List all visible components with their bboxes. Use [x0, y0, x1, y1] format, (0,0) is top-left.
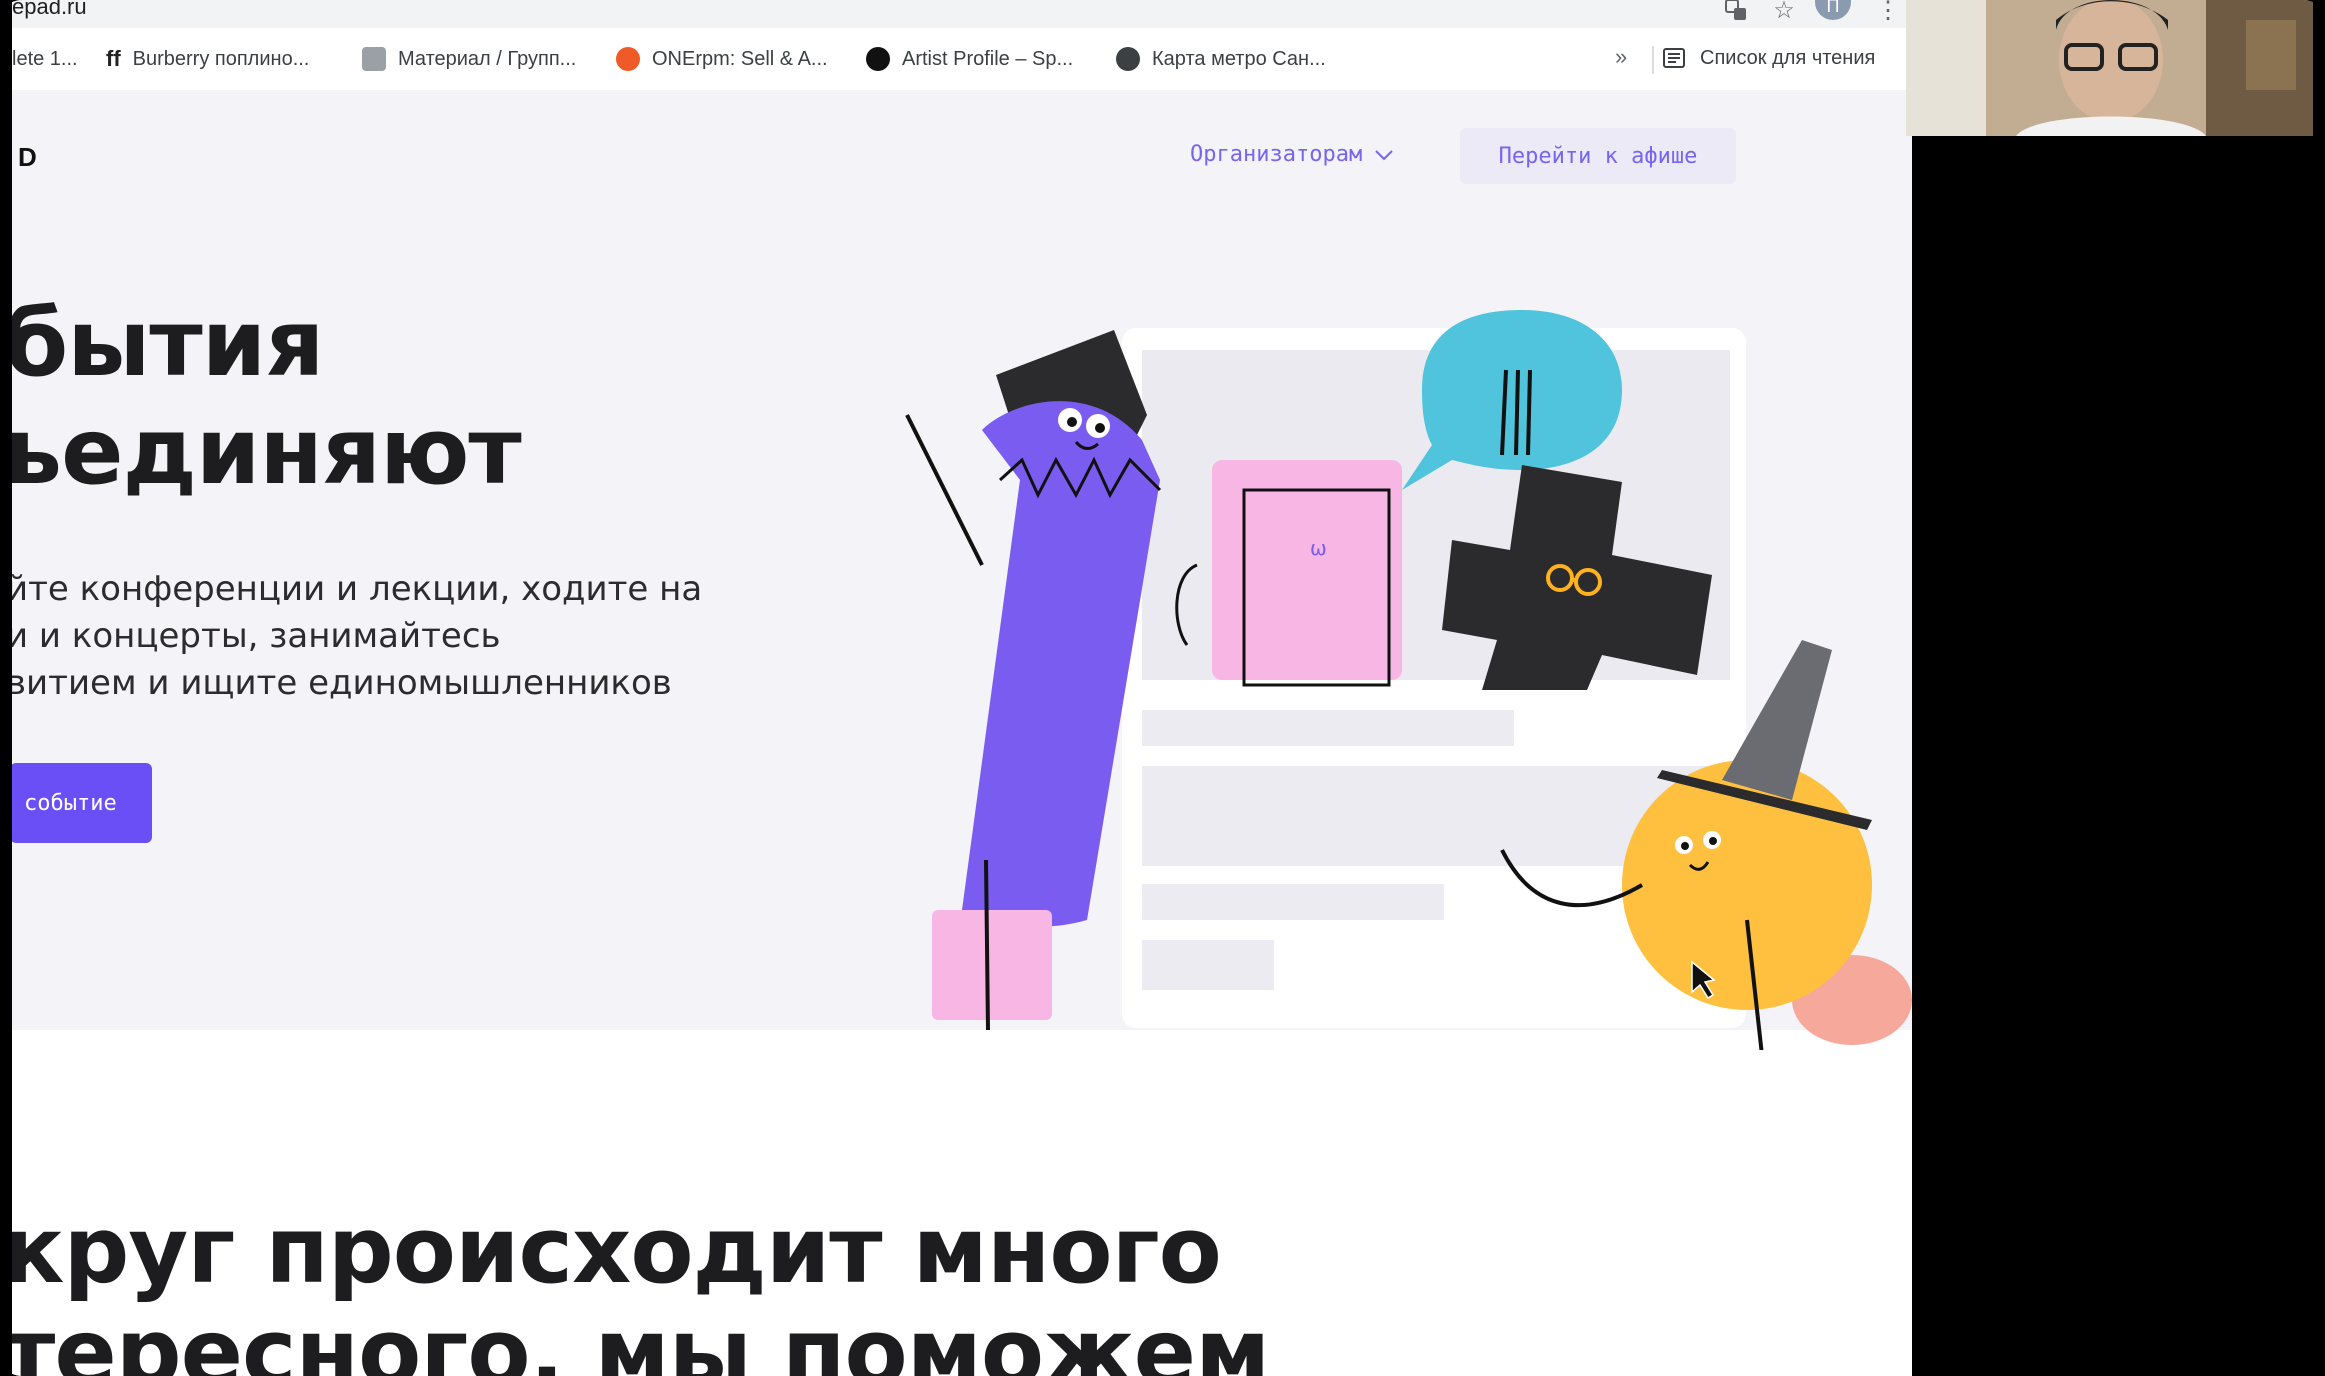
reading-list-button[interactable]: Список для чтения: [1662, 46, 1875, 70]
spotify-icon: [866, 47, 890, 71]
site-logo[interactable]: D: [18, 142, 37, 173]
webcam-person: [1906, 0, 2313, 136]
hero-title-line: бытия: [12, 290, 324, 397]
star-icon[interactable]: ☆: [1768, 0, 1800, 26]
document-icon: [362, 47, 386, 71]
web-page: D Организаторам Перейти к афише бытия ье…: [12, 90, 1912, 1376]
organizers-label: Организаторам: [1190, 142, 1363, 167]
onerpm-icon: [616, 47, 640, 71]
bookmark-label: Материал / Групп...: [398, 47, 577, 70]
bookmarks-more-button[interactable]: »: [1615, 44, 1627, 70]
menu-dots-icon[interactable]: ⋮: [1872, 0, 1904, 26]
profile-avatar[interactable]: П: [1815, 0, 1851, 20]
reading-list-icon: [1663, 48, 1685, 68]
go-to-poster-button[interactable]: Перейти к афише: [1460, 128, 1736, 184]
section-title-line: круг происходит много: [12, 1197, 1222, 1304]
hero-lead-line: и и концерты, занимайтесь: [12, 616, 501, 656]
hero-title-line: ьединяют: [12, 398, 522, 505]
bookmark-label: lete 1...: [12, 47, 78, 70]
bookmark-label: ONErpm: Sell & A...: [652, 47, 828, 70]
reading-list-label: Список для чтения: [1700, 46, 1876, 69]
section-title: круг происходит много тересного, мы помо…: [12, 1197, 1270, 1376]
organizers-dropdown[interactable]: Организаторам: [1190, 142, 1394, 167]
bookmark-item[interactable]: ONErpm: Sell & A...: [616, 46, 828, 72]
address-bar[interactable]: epad.ru ☆ П ⋮: [12, 0, 1912, 28]
hero-lead: йте конференции и лекции, ходите на и и …: [12, 566, 706, 707]
bookmark-item[interactable]: ff Burberry поплино...: [106, 46, 309, 72]
chevron-down-icon: [1375, 149, 1393, 160]
globe-icon: [1116, 47, 1140, 71]
bookmarks-bar: lete 1... ff Burberry поплино... Материа…: [12, 28, 1912, 92]
bookmarks-separator: [1652, 46, 1654, 74]
url-text[interactable]: epad.ru: [12, 0, 87, 20]
hero-lead-line: йте конференции и лекции, ходите на: [12, 569, 703, 609]
section-title-line: тересного, мы поможем: [12, 1299, 1270, 1376]
bookmark-label: Burberry поплино...: [132, 47, 310, 70]
translate-icon[interactable]: [1720, 0, 1752, 26]
hero-title: бытия ьединяют: [12, 290, 522, 506]
bookmark-item[interactable]: Карта метро Сан...: [1116, 46, 1326, 72]
hero-illustration: ω: [905, 310, 1912, 1050]
bookmark-label: Artist Profile – Sp...: [902, 47, 1074, 70]
create-event-button[interactable]: событие: [12, 763, 152, 843]
hero-section: D Организаторам Перейти к афише бытия ье…: [12, 90, 1912, 1050]
fashion-brand-icon: ff: [106, 46, 121, 71]
hero-lead-line: витием и ищите единомышленников: [12, 663, 672, 703]
browser-window: epad.ru ☆ П ⋮ lete 1... ff Burberry попл…: [12, 0, 1912, 1376]
bookmark-item[interactable]: lete 1...: [12, 46, 78, 72]
webcam-video-feed: [1906, 0, 2313, 136]
svg-text:ω: ω: [1310, 536, 1327, 560]
bookmark-item[interactable]: Материал / Групп...: [362, 46, 576, 72]
screen-frame: epad.ru ☆ П ⋮ lete 1... ff Burberry попл…: [0, 0, 2325, 1376]
bookmark-item[interactable]: Artist Profile – Sp...: [866, 46, 1073, 72]
bookmark-label: Карта метро Сан...: [1152, 47, 1326, 70]
